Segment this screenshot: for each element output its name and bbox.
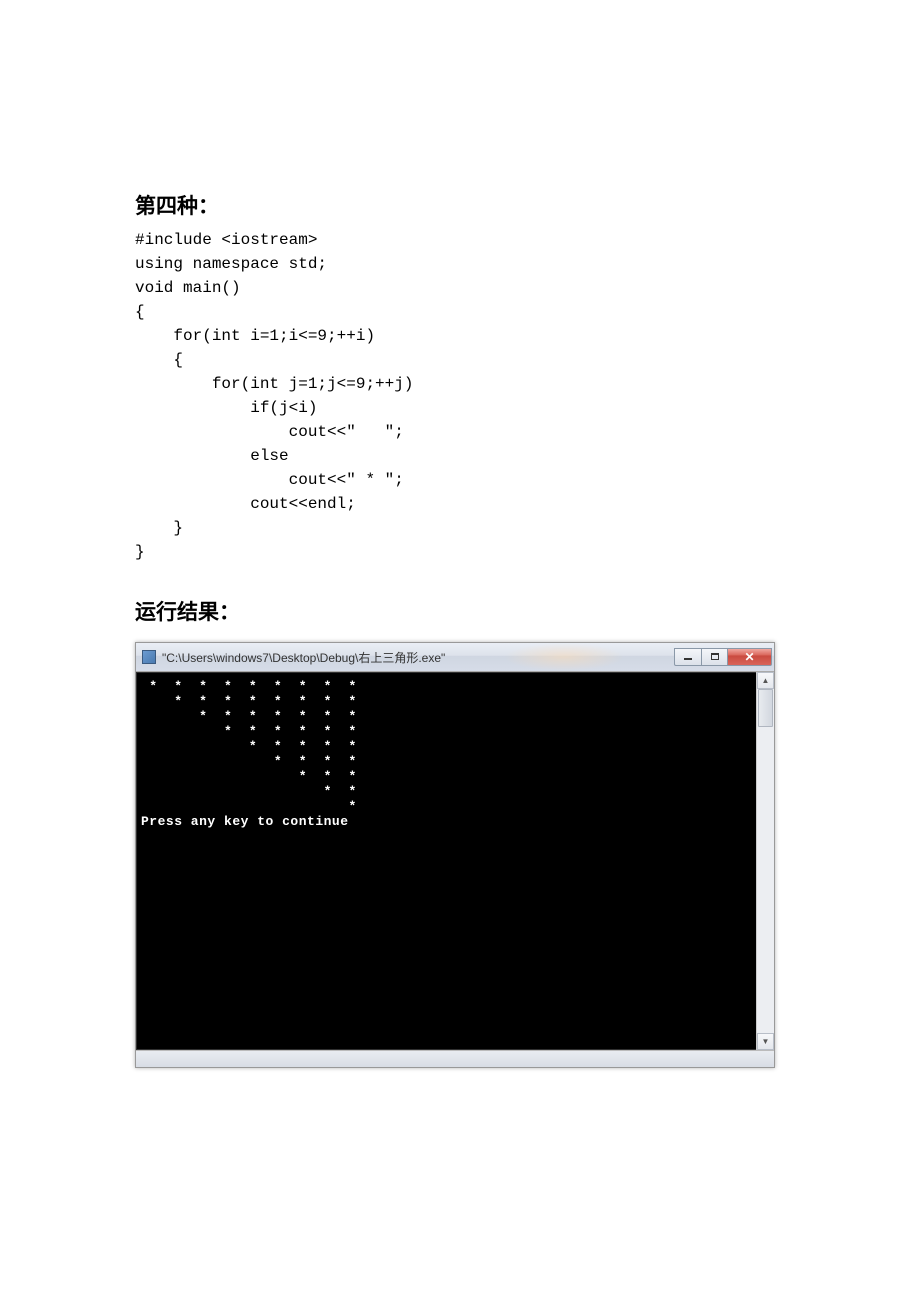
- console-client-area: * * * * * * * * * * * * * * * * * * * * …: [136, 672, 774, 1050]
- window-buttons: ✕: [674, 648, 772, 666]
- close-icon: ✕: [744, 651, 754, 663]
- section-heading-4: 第四种：: [135, 190, 785, 220]
- result-heading: 运行结果：: [135, 596, 785, 626]
- scroll-thumb[interactable]: [758, 689, 773, 727]
- window-statusbar: [136, 1050, 774, 1067]
- minimize-icon: [684, 658, 692, 660]
- maximize-icon: [711, 653, 719, 660]
- close-button[interactable]: ✕: [728, 648, 772, 666]
- scroll-track[interactable]: [757, 689, 774, 1033]
- code-listing: #include <iostream> using namespace std;…: [135, 228, 785, 564]
- window-title: "C:\Users\windows7\Desktop\Debug\右上三角形.e…: [162, 649, 674, 666]
- maximize-button[interactable]: [702, 648, 728, 666]
- app-icon: [142, 650, 156, 664]
- scroll-down-button[interactable]: ▼: [757, 1033, 774, 1050]
- window-titlebar[interactable]: "C:\Users\windows7\Desktop\Debug\右上三角形.e…: [136, 643, 774, 672]
- console-window: "C:\Users\windows7\Desktop\Debug\右上三角形.e…: [135, 642, 775, 1068]
- scroll-up-button[interactable]: ▲: [757, 672, 774, 689]
- document-page: 第四种： #include <iostream> using namespace…: [0, 0, 920, 1168]
- chevron-down-icon: ▼: [762, 1037, 770, 1046]
- minimize-button[interactable]: [674, 648, 702, 666]
- console-output[interactable]: * * * * * * * * * * * * * * * * * * * * …: [136, 672, 756, 1050]
- vertical-scrollbar[interactable]: ▲ ▼: [756, 672, 774, 1050]
- chevron-up-icon: ▲: [762, 676, 770, 685]
